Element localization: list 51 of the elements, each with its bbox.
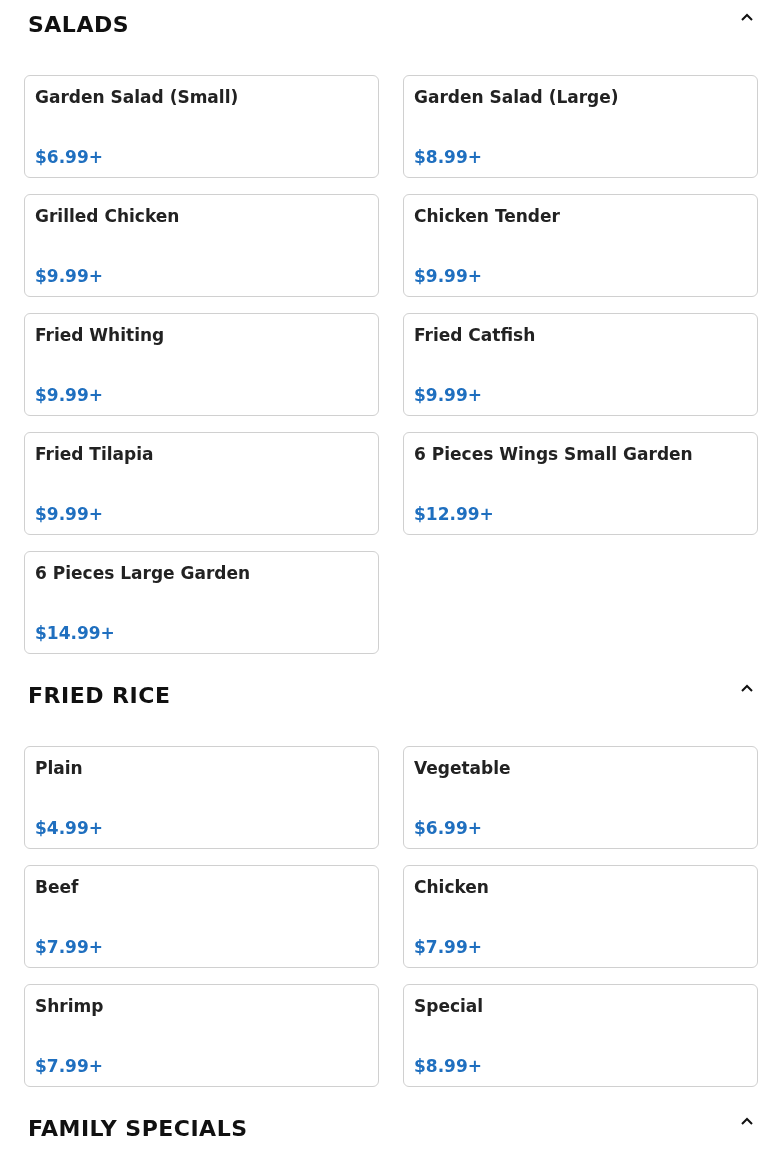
item-name: 6 Pieces Large Garden: [35, 563, 252, 583]
menu-item-card[interactable]: Chicken $7.99+: [403, 865, 758, 968]
item-price: $12.99+: [414, 504, 495, 524]
item-name: Grilled Chicken: [35, 206, 181, 226]
menu-item-card[interactable]: Garden Salad (Small) $6.99+: [24, 75, 379, 178]
chevron-up-icon[interactable]: [740, 13, 754, 23]
item-name: 6 Pieces Wings Small Garden: [414, 444, 694, 464]
item-price: $7.99+: [35, 937, 105, 957]
item-name: Vegetable: [414, 758, 512, 778]
menu-item-card[interactable]: Fried Tilapia $9.99+: [24, 432, 379, 535]
item-price: $8.99+: [414, 147, 484, 167]
item-name: Special: [414, 996, 485, 1016]
menu-item-card[interactable]: Chicken Tender $9.99+: [403, 194, 758, 297]
section-title: SALADS: [28, 11, 130, 37]
menu-item-card[interactable]: Plain $4.99+: [24, 746, 379, 849]
chevron-up-icon[interactable]: [740, 1117, 754, 1127]
item-name: Plain: [35, 758, 84, 778]
item-name: Chicken Tender: [414, 206, 561, 226]
item-name: Garden Salad (Large): [414, 87, 620, 107]
item-price: $6.99+: [414, 818, 484, 838]
menu-item-card[interactable]: Fried Catfish $9.99+: [403, 313, 758, 416]
item-price: $9.99+: [414, 385, 484, 405]
menu-item-card[interactable]: Beef $7.99+: [24, 865, 379, 968]
item-price: $9.99+: [35, 504, 105, 524]
menu-item-card[interactable]: Vegetable $6.99+: [403, 746, 758, 849]
item-price: $6.99+: [35, 147, 105, 167]
section-title: FRIED RICE: [28, 682, 171, 708]
item-price: $9.99+: [35, 385, 105, 405]
section-title: FAMILY SPECIALS: [28, 1115, 248, 1141]
item-name: Chicken: [414, 877, 490, 897]
menu-item-card[interactable]: 6 Pieces Large Garden $14.99+: [24, 551, 379, 654]
item-price: $9.99+: [35, 266, 105, 286]
item-name: Shrimp: [35, 996, 105, 1016]
item-name: Fried Tilapia: [35, 444, 155, 464]
item-name: Beef: [35, 877, 80, 897]
menu-item-card[interactable]: Special $8.99+: [403, 984, 758, 1087]
menu-item-card[interactable]: Shrimp $7.99+: [24, 984, 379, 1087]
menu-item-card[interactable]: 6 Pieces Wings Small Garden $12.99+: [403, 432, 758, 535]
item-name: Fried Whiting: [35, 325, 166, 345]
item-price: $8.99+: [414, 1056, 484, 1076]
chevron-up-icon[interactable]: [740, 684, 754, 694]
item-name: Garden Salad (Small): [35, 87, 240, 107]
menu-item-card[interactable]: Garden Salad (Large) $8.99+: [403, 75, 758, 178]
item-price: $7.99+: [414, 937, 484, 957]
item-price: $9.99+: [414, 266, 484, 286]
item-price: $4.99+: [35, 818, 105, 838]
item-name: Fried Catfish: [414, 325, 537, 345]
item-price: $7.99+: [35, 1056, 105, 1076]
menu-item-card[interactable]: Grilled Chicken $9.99+: [24, 194, 379, 297]
menu-item-card[interactable]: Fried Whiting $9.99+: [24, 313, 379, 416]
item-price: $14.99+: [35, 623, 116, 643]
